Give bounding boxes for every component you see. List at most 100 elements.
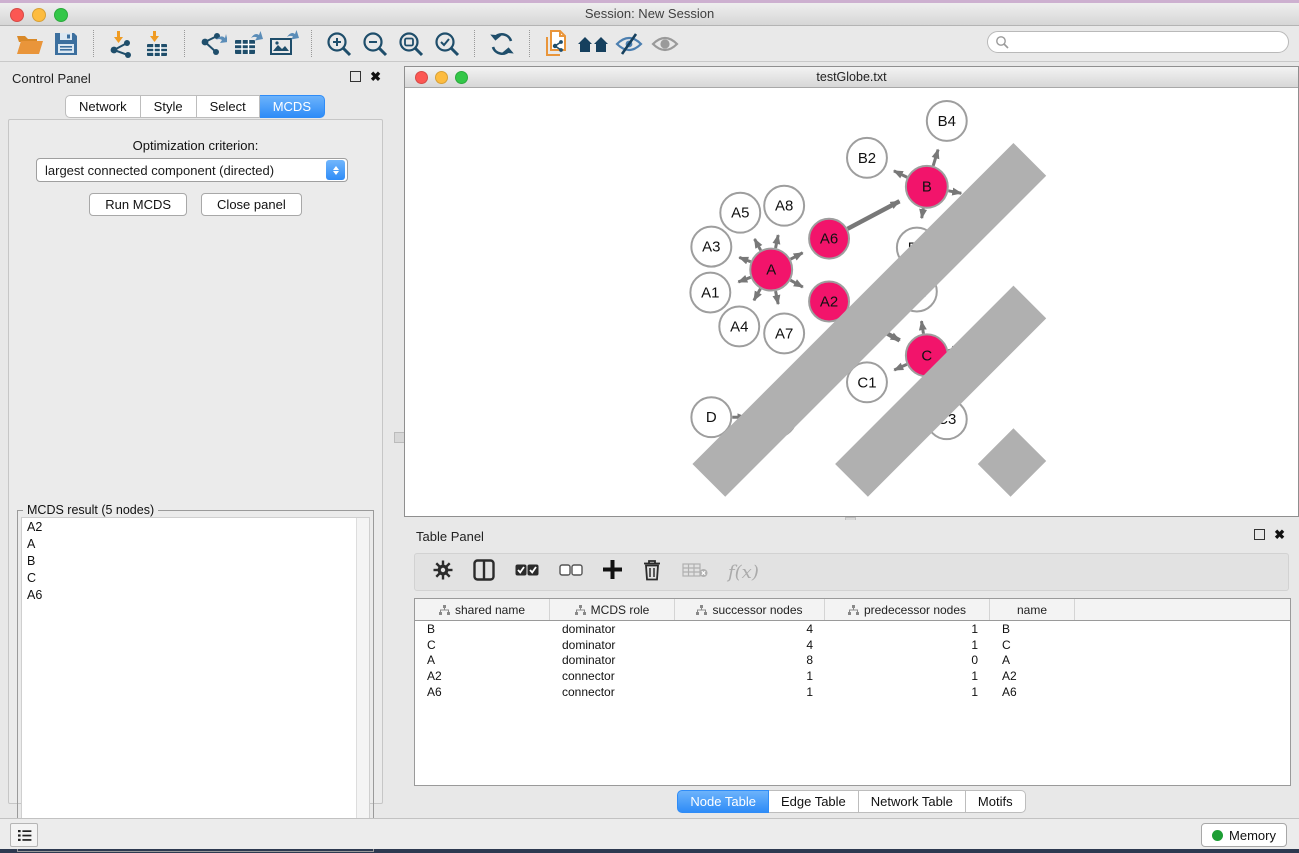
- column-hierarchy-icon: [696, 605, 707, 615]
- hide-panel-icon[interactable]: [611, 29, 647, 59]
- import-table-icon[interactable]: [139, 29, 175, 59]
- tab-network-table[interactable]: Network Table: [859, 790, 966, 813]
- main-toolbar: [0, 26, 1299, 62]
- window-controls: [10, 8, 68, 22]
- dropdown-stepper-icon: [326, 160, 345, 180]
- table-row[interactable]: B dominator 4 1 B: [415, 621, 1290, 637]
- toolbar-separator: [93, 30, 94, 57]
- table-panel-controls: ✖: [1254, 529, 1285, 540]
- tab-motifs[interactable]: Motifs: [966, 790, 1026, 813]
- tab-network[interactable]: Network: [65, 95, 141, 118]
- column-header-name[interactable]: name: [990, 599, 1075, 620]
- network-window-titlebar: testGlobe.txt: [405, 67, 1298, 88]
- tab-style[interactable]: Style: [141, 95, 197, 118]
- zoom-in-icon[interactable]: [321, 29, 357, 59]
- column-hierarchy-icon: [575, 605, 586, 615]
- select-all-columns-icon[interactable]: [515, 563, 539, 581]
- maximize-network-button[interactable]: [455, 71, 468, 84]
- export-table-icon[interactable]: [230, 29, 266, 59]
- memory-button[interactable]: Memory: [1201, 823, 1287, 847]
- import-network-icon[interactable]: [103, 29, 139, 59]
- column-header-shared-name[interactable]: shared name: [415, 599, 550, 620]
- toolbar-separator: [184, 30, 185, 57]
- control-panel-tabs: Network Style Select MCDS: [0, 95, 390, 118]
- table-row[interactable]: A2 connector 1 1 A2: [415, 668, 1290, 684]
- toolbar-separator: [311, 30, 312, 57]
- close-panel-button[interactable]: Close panel: [201, 193, 302, 216]
- status-bar: Memory: [0, 818, 1299, 849]
- unselect-all-columns-icon[interactable]: [559, 563, 583, 581]
- node-table[interactable]: shared name MCDS role successor nodes pr…: [414, 598, 1291, 786]
- list-item[interactable]: A6: [22, 586, 369, 603]
- clone-network-icon[interactable]: [539, 29, 575, 59]
- list-item[interactable]: A: [22, 535, 369, 552]
- zoom-out-icon[interactable]: [357, 29, 393, 59]
- delete-columns-icon[interactable]: [642, 559, 662, 586]
- run-mcds-button[interactable]: Run MCDS: [89, 193, 187, 216]
- tab-node-table[interactable]: Node Table: [677, 790, 769, 813]
- open-file-icon[interactable]: [12, 29, 48, 59]
- toolbar-separator: [529, 30, 530, 57]
- memory-label: Memory: [1229, 828, 1276, 843]
- app-title: Session: New Session: [585, 6, 714, 21]
- function-builder-icon: f(x): [728, 562, 759, 583]
- apply-layout-icon[interactable]: [484, 29, 520, 59]
- network-window-controls: [415, 71, 468, 84]
- tab-edge-table[interactable]: Edge Table: [769, 790, 859, 813]
- resize-grip-icon[interactable]: [405, 88, 1298, 516]
- float-panel-icon[interactable]: [350, 71, 361, 82]
- mcds-result-group: MCDS result (5 nodes) A2 A B C A6: [17, 510, 374, 852]
- column-header-mcds-role[interactable]: MCDS role: [550, 599, 675, 620]
- table-header-row: shared name MCDS role successor nodes pr…: [415, 599, 1290, 621]
- optimization-criterion-label: Optimization criterion:: [9, 138, 382, 153]
- column-hierarchy-icon: [848, 605, 859, 615]
- column-header-successor-nodes[interactable]: successor nodes: [675, 599, 825, 620]
- search-field[interactable]: [1009, 34, 1263, 50]
- first-neighbors-icon[interactable]: [575, 29, 611, 59]
- network-view-window: testGlobe.txt AA1A2A3A4A5A6A7A8BB1B2B3B4…: [404, 66, 1299, 517]
- search-icon: [995, 35, 1009, 49]
- table-row[interactable]: A dominator 8 0 A: [415, 652, 1290, 668]
- table-panel: Table Panel ✖ f(x) sha: [404, 520, 1299, 815]
- mcds-result-list[interactable]: A2 A B C A6: [21, 517, 370, 848]
- search-input[interactable]: [987, 31, 1289, 53]
- minimize-window-button[interactable]: [32, 8, 46, 22]
- close-window-button[interactable]: [10, 8, 24, 22]
- export-network-icon[interactable]: [194, 29, 230, 59]
- criterion-dropdown[interactable]: largest connected component (directed): [36, 158, 348, 182]
- minimize-network-button[interactable]: [435, 71, 448, 84]
- tab-mcds[interactable]: MCDS: [260, 95, 325, 118]
- zoom-fit-icon[interactable]: [393, 29, 429, 59]
- save-session-icon[interactable]: [48, 29, 84, 59]
- table-row[interactable]: C dominator 4 1 C: [415, 637, 1290, 653]
- close-network-button[interactable]: [415, 71, 428, 84]
- toolbar-separator: [474, 30, 475, 57]
- criterion-value: largest connected component (directed): [37, 163, 326, 178]
- list-item[interactable]: C: [22, 569, 369, 586]
- list-item[interactable]: B: [22, 552, 369, 569]
- create-column-icon[interactable]: [603, 560, 622, 584]
- zoom-selected-icon[interactable]: [429, 29, 465, 59]
- settings-gear-icon[interactable]: [433, 560, 453, 585]
- export-image-icon[interactable]: [266, 29, 302, 59]
- show-panel-icon[interactable]: [647, 29, 683, 59]
- table-row[interactable]: A6 connector 1 1 A6: [415, 684, 1290, 700]
- list-item[interactable]: A2: [22, 518, 369, 535]
- control-panel: Control Panel ✖ Network Style Select MCD…: [0, 62, 390, 818]
- list-scrollbar[interactable]: [356, 518, 369, 847]
- memory-status-icon: [1212, 830, 1223, 841]
- tab-select[interactable]: Select: [197, 95, 260, 118]
- show-columns-icon[interactable]: [473, 559, 495, 586]
- column-hierarchy-icon: [439, 605, 450, 615]
- float-panel-icon[interactable]: [1254, 529, 1265, 540]
- maximize-window-button[interactable]: [54, 8, 68, 22]
- task-history-button[interactable]: [10, 823, 38, 847]
- mcds-tab-content: Optimization criterion: largest connecte…: [8, 119, 383, 804]
- list-icon: [17, 829, 32, 842]
- column-header-predecessor-nodes[interactable]: predecessor nodes: [825, 599, 990, 620]
- close-panel-icon[interactable]: ✖: [370, 71, 381, 82]
- network-canvas[interactable]: AA1A2A3A4A5A6A7A8BB1B2B3B4CC1C2C3C4DD1: [405, 88, 1298, 516]
- app-titlebar: Session: New Session: [0, 3, 1299, 26]
- close-panel-icon[interactable]: ✖: [1274, 529, 1285, 540]
- control-panel-controls: ✖: [350, 71, 381, 82]
